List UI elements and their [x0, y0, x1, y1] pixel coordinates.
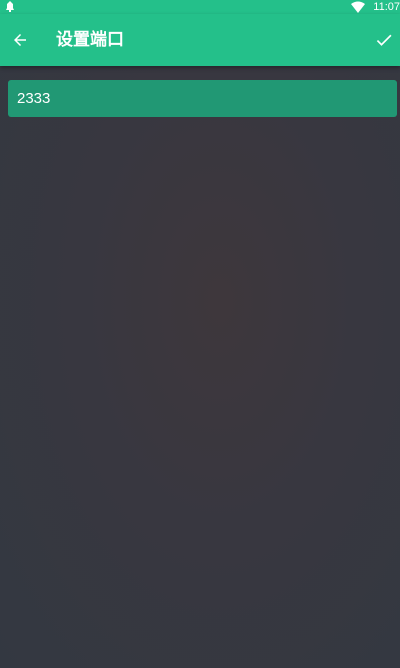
port-input[interactable]	[8, 80, 397, 117]
arrow-back-icon	[14, 34, 26, 46]
app-bar: 设置端口	[0, 14, 400, 66]
wifi-icon	[351, 1, 366, 13]
port-settings-screen: 11:07 设置端口	[0, 0, 400, 668]
status-time: 11:07	[373, 1, 400, 13]
back-button[interactable]	[6, 26, 34, 54]
check-icon	[376, 34, 392, 46]
status-bar: 11:07	[0, 0, 400, 14]
confirm-button[interactable]	[370, 26, 398, 54]
status-right-group: 11:07	[351, 0, 400, 14]
page-title: 设置端口	[56, 30, 124, 50]
notification-icon	[6, 1, 14, 12]
